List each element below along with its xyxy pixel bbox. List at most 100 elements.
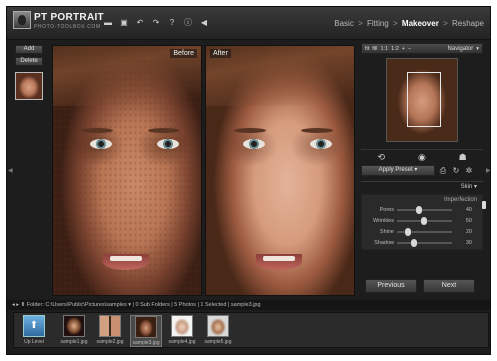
right-eye	[310, 139, 332, 149]
navigator-title[interactable]: Navigator	[448, 46, 474, 52]
thumbnail-sample4[interactable]: sample4.jpg	[166, 315, 198, 347]
app-header: PT PORTRAIT PHOTO-TOOLBOX.COM ▬ ▣ ↶ ↷ ? …	[7, 7, 490, 40]
back-icon[interactable]: ◀	[199, 18, 209, 28]
photo-list-thumbnail[interactable]	[15, 72, 43, 100]
app-title: PT PORTRAIT	[34, 12, 104, 23]
teeth	[110, 256, 142, 261]
slider-track[interactable]	[397, 227, 452, 236]
left-brow	[81, 128, 113, 133]
settings-icon[interactable]: ✲	[464, 166, 474, 176]
thumbnail-image	[99, 315, 121, 337]
step-fitting[interactable]: Fitting	[367, 19, 389, 28]
eye-icon[interactable]: ◉	[415, 152, 429, 162]
slider-knob[interactable]	[421, 216, 427, 225]
slider-value: 20	[465, 228, 472, 235]
logo-icon	[13, 11, 31, 29]
folder-path[interactable]: C:\Users\Public\Pictures\samples	[45, 302, 126, 308]
thumbnail-sample2[interactable]: sample2.jpg	[94, 315, 126, 347]
slider-label: Wrinkles	[373, 217, 394, 224]
right-eye	[157, 139, 179, 149]
add-button[interactable]: Add	[15, 45, 43, 54]
redo-icon[interactable]: ↷	[151, 18, 161, 28]
step-basic[interactable]: Basic	[334, 19, 354, 28]
after-view[interactable]: After	[205, 45, 355, 296]
back-icon[interactable]: ◂	[12, 302, 15, 308]
up-icon[interactable]: ⬆	[21, 302, 26, 308]
folder-label: Folder:	[26, 302, 44, 308]
slider-knob[interactable]	[416, 205, 422, 214]
undo-icon[interactable]: ↶	[135, 18, 145, 28]
navigator-viewport-rect[interactable]	[407, 72, 441, 127]
photo-list: Add Delete	[15, 45, 45, 100]
step-makeover[interactable]: Makeover	[402, 19, 439, 28]
imperfection-title: Imperfection	[443, 197, 477, 203]
thumbnail-image	[63, 315, 85, 337]
thumbnail-caption: sample1.jpg	[60, 339, 88, 345]
save-preset-icon[interactable]: ⎙	[438, 166, 448, 176]
up-level-item[interactable]: Up Level	[18, 315, 50, 347]
next-button[interactable]: Next	[423, 279, 475, 293]
chevron-down-icon[interactable]: ▾	[476, 46, 479, 52]
zoom-fill-button[interactable]: fill	[372, 46, 377, 52]
right-brow	[148, 128, 180, 133]
zoom-in-button[interactable]: +	[402, 46, 405, 52]
rotate-icon[interactable]: ⟲	[374, 152, 388, 162]
thumbnail-sample1[interactable]: sample1.jpg	[58, 315, 90, 347]
mask-icon[interactable]: ☗	[456, 152, 470, 162]
thumbnail-sample5[interactable]: sample5.jpg	[202, 315, 234, 347]
thumbnail-caption: sample5.jpg	[204, 339, 232, 345]
skin-section-header[interactable]: Skin ▾	[361, 181, 483, 191]
slider-label: Shadow	[374, 239, 394, 246]
slider-pores: Pores 40	[365, 204, 479, 215]
step-reshape[interactable]: Reshape	[452, 19, 484, 28]
slider-wrinkles: Wrinkles 50	[365, 215, 479, 226]
thumbnail-caption: sample4.jpg	[168, 339, 196, 345]
slider-value: 50	[465, 217, 472, 224]
zoom-out-button[interactable]: −	[408, 46, 411, 52]
workflow-breadcrumb: Basic > Fitting > Makeover > Reshape	[334, 19, 484, 28]
thumbnail-caption: Up Level	[24, 339, 44, 345]
folder-bar: ◂ ▸ ⬆ Folder: C:\Users\Public\Pictures\s…	[7, 300, 490, 310]
navigation-buttons: Previous Next	[365, 279, 475, 293]
slider-label: Shine	[379, 228, 394, 235]
right-brow	[301, 128, 333, 133]
folder-icon[interactable]: ▬	[103, 18, 113, 28]
slider-track[interactable]	[397, 205, 452, 214]
tool-icon-row: ⟲ ◉ ☗	[361, 149, 483, 162]
help-icon[interactable]: ?	[167, 18, 177, 28]
collapse-left-icon[interactable]: ◀	[8, 167, 14, 175]
breadcrumb-separator: >	[358, 19, 363, 28]
zoom-1-1-button[interactable]: 1:1	[380, 46, 388, 52]
filmstrip: Up Level sample1.jpg sample2.jpg sample3…	[13, 312, 489, 348]
left-eye	[90, 139, 112, 149]
before-view[interactable]: Before	[52, 45, 202, 296]
thumbnail-caption: sample3.jpg	[132, 340, 160, 346]
up-level-icon	[23, 315, 45, 337]
right-panel: fit fill 1:1 1:2 + − Navigator ▾ ⟲ ◉ ☗ A…	[361, 43, 483, 296]
previous-button[interactable]: Previous	[365, 279, 417, 293]
chevron-down-icon[interactable]: ▾	[128, 302, 131, 308]
delete-button[interactable]: Delete	[15, 57, 43, 66]
info-icon[interactable]: ⓘ	[183, 18, 193, 28]
forward-icon[interactable]: ▸	[16, 302, 19, 308]
toolbar: ▬ ▣ ↶ ↷ ? ⓘ ◀	[103, 18, 209, 30]
slider-knob[interactable]	[411, 238, 417, 247]
breadcrumb-separator: >	[443, 19, 448, 28]
reset-icon[interactable]: ↻	[451, 166, 461, 176]
left-eye	[243, 139, 265, 149]
slider-track[interactable]	[397, 238, 452, 247]
left-brow	[234, 128, 266, 133]
zoom-fit-button[interactable]: fit	[365, 46, 369, 52]
apply-preset-button[interactable]: Apply Preset ▾	[361, 165, 435, 176]
thumbnail-image	[171, 315, 193, 337]
thumbnail-sample3[interactable]: sample3.jpg	[130, 315, 162, 347]
zoom-1-2-button[interactable]: 1:2	[391, 46, 399, 52]
save-icon[interactable]: ▣	[119, 18, 129, 28]
skin-title: Skin	[460, 183, 473, 190]
navigator-preview[interactable]	[386, 58, 458, 142]
collapse-right-icon[interactable]: ▶	[486, 167, 490, 175]
slider-knob[interactable]	[405, 227, 411, 236]
after-label: After	[210, 49, 231, 58]
slider-track[interactable]	[397, 216, 452, 225]
panel-scrollbar[interactable]	[482, 201, 486, 209]
